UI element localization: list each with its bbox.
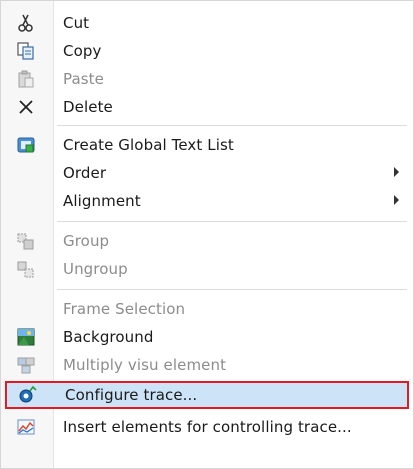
menu-item-create-global-text-list[interactable]: Create Global Text List: [1, 131, 413, 159]
menu-item-label: Group: [63, 232, 110, 250]
menu-item-multiply-visu-element[interactable]: Multiply visu element: [1, 351, 413, 379]
delete-icon: [19, 100, 33, 114]
menu-item-paste[interactable]: Paste: [1, 65, 413, 93]
trace-insert-icon: [17, 419, 35, 435]
menu-item-configure-trace[interactable]: Configure trace...: [5, 381, 409, 409]
menu-item-alignment[interactable]: Alignment: [1, 187, 413, 215]
context-menu: Cut Copy Paste Delete Create Global Text…: [0, 0, 414, 469]
menu-item-frame-selection[interactable]: Frame Selection: [1, 295, 413, 323]
ungroup-icon: [17, 261, 34, 278]
menu-item-label: Alignment: [63, 192, 141, 210]
menu-item-label: Multiply visu element: [63, 356, 227, 374]
menu-item-insert-trace-controls[interactable]: Insert elements for controlling trace...: [1, 413, 413, 441]
menu-separator: [57, 289, 407, 290]
menu-item-label: Background: [63, 328, 154, 346]
menu-item-label: Create Global Text List: [63, 136, 234, 154]
menu-item-label: Ungroup: [63, 260, 128, 278]
group-icon: [17, 233, 34, 250]
paste-icon: [18, 70, 34, 88]
menu-item-label: Configure trace...: [65, 386, 198, 404]
menu-item-ungroup[interactable]: Ungroup: [1, 255, 413, 283]
menu-item-label: Paste: [63, 70, 104, 88]
menu-item-group[interactable]: Group: [1, 227, 413, 255]
menu-item-cut[interactable]: Cut: [1, 9, 413, 37]
multiply-icon: [17, 357, 35, 374]
menu-item-delete[interactable]: Delete: [1, 93, 413, 121]
submenu-arrow-icon: [394, 167, 399, 177]
menu-item-label: Order: [63, 164, 107, 182]
menu-item-label: Delete: [63, 98, 113, 116]
menu-item-label: Insert elements for controlling trace...: [63, 418, 352, 436]
menu-item-label: Frame Selection: [63, 300, 186, 318]
submenu-arrow-icon: [394, 195, 399, 205]
menu-item-copy[interactable]: Copy: [1, 37, 413, 65]
scissors-icon: [18, 14, 33, 32]
copy-icon: [17, 42, 34, 60]
menu-item-order[interactable]: Order: [1, 159, 413, 187]
text-list-icon: [17, 137, 35, 153]
menu-separator: [57, 221, 407, 222]
menu-separator: [57, 125, 407, 126]
menu-item-background[interactable]: Background: [1, 323, 413, 351]
menu-item-label: Cut: [63, 14, 90, 32]
menu-item-label: Copy: [63, 42, 102, 60]
background-icon: [17, 328, 35, 346]
trace-config-icon: [19, 385, 37, 403]
